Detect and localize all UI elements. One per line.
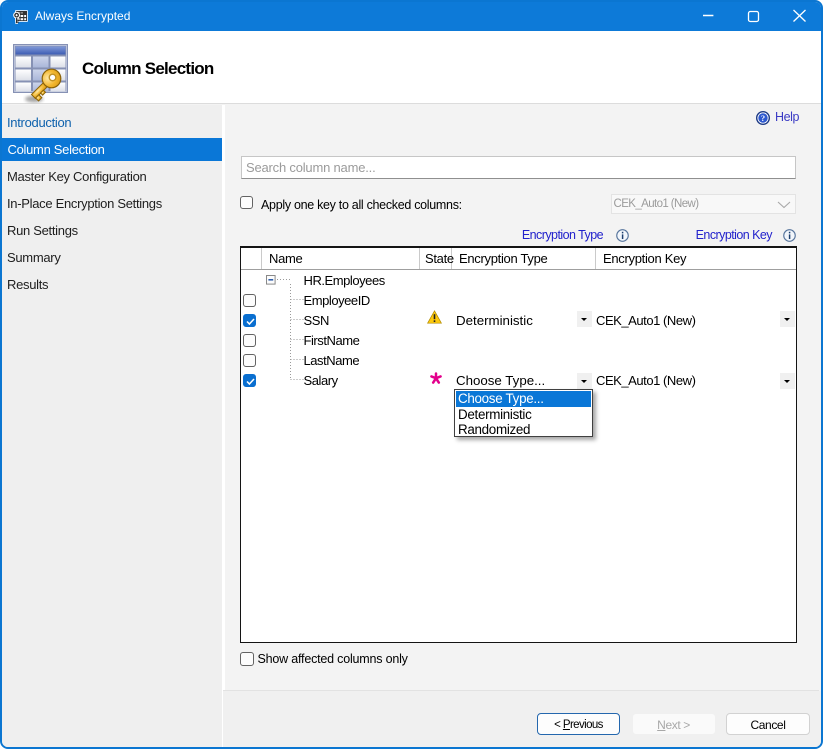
svg-text:?: ?	[761, 113, 765, 123]
